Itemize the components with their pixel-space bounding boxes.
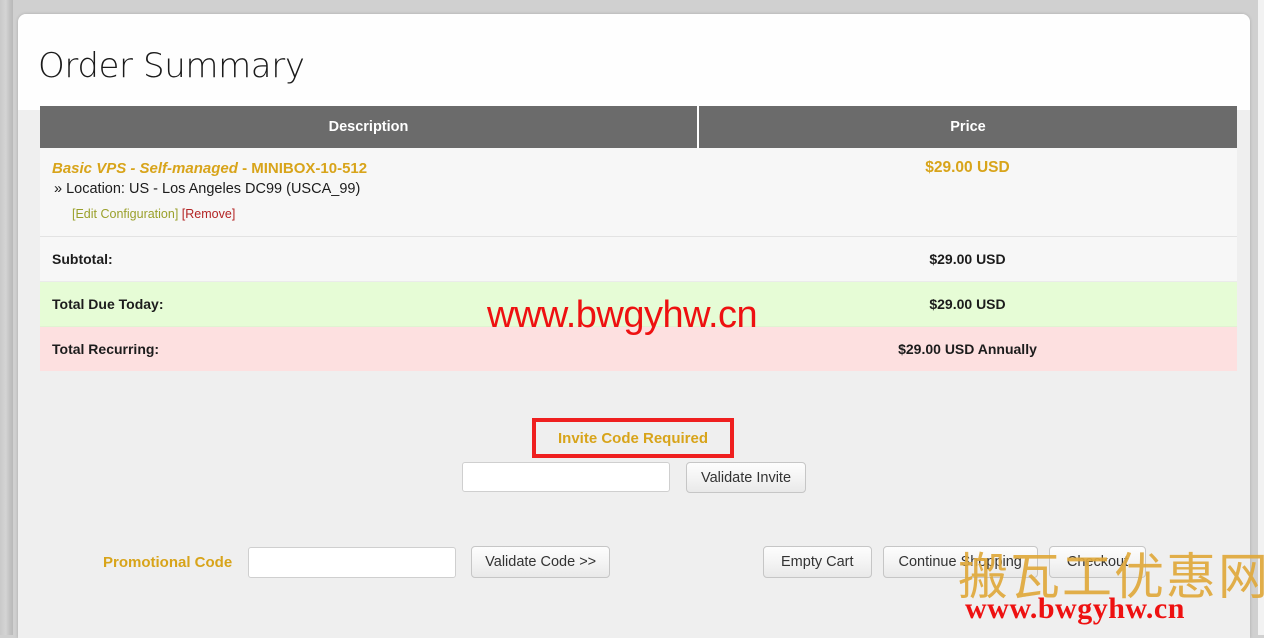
invite-code-input[interactable] — [462, 462, 670, 492]
product-sku: MINIBOX-10-512 — [251, 160, 368, 177]
cart-action-buttons: Empty Cart Continue Shopping Checkout — [763, 546, 1147, 578]
table-row: Total Due Today: $29.00 USD — [40, 281, 1237, 327]
product-action-links: [Edit Configuration] [Remove] — [40, 206, 698, 221]
promotional-code-input[interactable] — [248, 546, 457, 578]
subtotal-value: $29.00 USD — [698, 236, 1237, 282]
validate-invite-button[interactable]: Validate Invite — [686, 462, 807, 493]
table-row: Total Recurring: $29.00 USD Annually — [40, 326, 1237, 371]
product-actions-row: [Edit Configuration] [Remove] — [40, 206, 1237, 237]
total-recurring-label: Total Recurring: — [40, 326, 698, 371]
promotional-code-label: Promotional Code — [103, 553, 233, 571]
product-actions-price-cell — [698, 206, 1237, 237]
product-location: » Location: US - Los Angeles DC99 (USCA_… — [54, 180, 361, 197]
page-left-gutter — [0, 0, 13, 635]
validate-code-button[interactable]: Validate Code >> — [471, 546, 611, 578]
table-row: Subtotal: $29.00 USD — [40, 236, 1237, 282]
product-brand: Basic VPS - Self-managed — [52, 160, 238, 177]
subtotal-label: Subtotal: — [40, 236, 698, 282]
remove-item-link[interactable]: [Remove] — [182, 207, 236, 221]
checkout-button[interactable]: Checkout — [1048, 546, 1147, 578]
cart-bottom-bar: Promotional Code Validate Code >> Empty … — [18, 532, 1250, 592]
product-price: $29.00 USD — [698, 148, 1237, 206]
order-summary-table: Description Price Basic VPS - Self-manag… — [40, 106, 1237, 371]
table-header-row: Description Price — [40, 106, 1237, 148]
promotional-code-group: Promotional Code Validate Code >> — [103, 546, 611, 578]
card-inner: Order Summary Description Price Basic VP… — [18, 14, 1250, 638]
product-actions-cell: [Edit Configuration] [Remove] — [40, 206, 698, 237]
invite-code-required-highlight: Invite Code Required — [532, 418, 734, 458]
page-title: Order Summary — [38, 46, 305, 86]
product-description-cell: Basic VPS - Self-managed - MINIBOX-10-51… — [40, 148, 698, 206]
order-summary-card: Order Summary Description Price Basic VP… — [18, 14, 1250, 638]
total-due-today-value: $29.00 USD — [698, 281, 1237, 327]
invite-code-controls: Validate Invite — [462, 462, 807, 493]
continue-shopping-button[interactable]: Continue Shopping — [882, 546, 1038, 578]
product-name: Basic VPS - Self-managed - MINIBOX-10-51… — [40, 159, 698, 179]
column-header-price: Price — [697, 106, 1237, 148]
invite-code-required-label: Invite Code Required — [557, 429, 709, 447]
empty-cart-button[interactable]: Empty Cart — [763, 546, 872, 578]
total-recurring-value: $29.00 USD Annually — [698, 326, 1237, 371]
total-due-today-label: Total Due Today: — [40, 281, 698, 327]
edit-configuration-link[interactable]: [Edit Configuration] — [72, 207, 178, 221]
page-right-gutter — [1258, 0, 1264, 635]
product-row: Basic VPS - Self-managed - MINIBOX-10-51… — [40, 148, 1237, 206]
product-name-separator: - — [237, 160, 252, 177]
column-header-description: Description — [40, 106, 698, 148]
